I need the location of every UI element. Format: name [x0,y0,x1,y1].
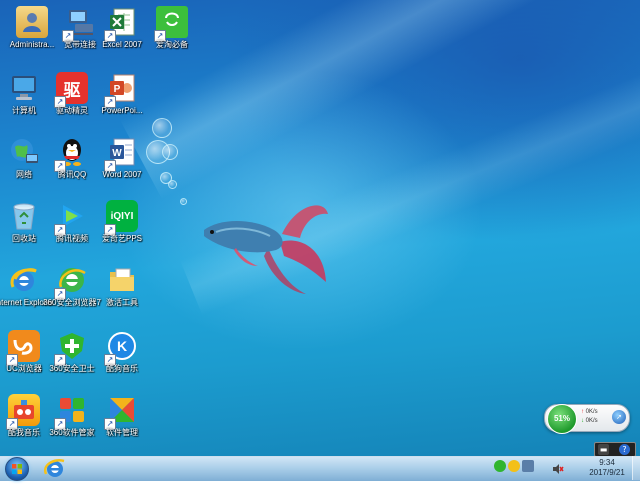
transfer-rates: ↑ 0K/s ↓ 0K/s [581,408,598,426]
windows-logo-icon [5,457,29,481]
help-icon[interactable]: ? [619,444,630,455]
language-bar[interactable]: ▬ ? [594,442,636,456]
bubble [162,144,178,160]
icon-label: PowerPoi... [101,106,143,115]
security-tray-icon[interactable] [494,460,506,472]
icon-label: 激活工具 [106,298,138,307]
desktop-icon-shopping[interactable]: ↗ 爱淘必备 [140,4,204,66]
memory-percent: 51% [547,404,577,434]
desktop: Administra... 计算机 网络 回收站 Internet Explor… [0,0,640,456]
internet-explorer-icon [8,264,40,296]
computer-icon [8,72,40,104]
download-rate: 0K/s [585,418,598,424]
clock-date: 2017/9/21 [589,468,625,477]
ime-tray-icon[interactable] [508,460,520,472]
desktop-icon-activation-tool[interactable]: 激活工具 [90,262,154,324]
network-globe-icon [8,136,40,168]
volume-muted-tray-icon[interactable] [552,460,564,474]
taskbar-clock[interactable]: 9:34 2017/9/21 [584,458,630,478]
bubble [168,180,177,189]
network-tray-icon[interactable] [522,460,534,472]
bubble [180,198,187,205]
show-desktop-button[interactable] [632,456,640,480]
network-speed-gadget[interactable]: 51% ↑ 0K/s ↓ 0K/s ➚ [544,404,630,434]
recycle-bin-icon [8,200,40,232]
icon-label: 爱淘必备 [156,40,188,49]
icon-label: 酷狗音乐 [106,364,138,373]
keyboard-icon[interactable]: ▬ [598,444,609,455]
taskbar [0,456,640,481]
upload-arrow-icon: ↑ [581,409,584,415]
svg-text:P: P [114,84,121,95]
desktop-icon-iqiyi[interactable]: iQIYI ↗ 爱奇艺PPS [90,198,154,260]
desktop-icon-word[interactable]: W ↗ Word 2007 [90,134,154,196]
icon-label: Word 2007 [102,170,142,179]
desktop-icon-software-manager[interactable]: ↗ 软件管理 [90,392,154,454]
internet-explorer-icon [43,459,65,477]
download-arrow-icon: ↓ [581,418,584,424]
accelerate-ball-icon[interactable]: ➚ [612,410,626,424]
betta-fish-wallpaper [204,205,328,294]
tool-folder-icon [106,264,138,296]
svg-text:K: K [117,338,127,354]
desktop-icon-kugou[interactable]: K ↗ 酷狗音乐 [90,328,154,390]
clock-time: 9:34 [599,458,615,467]
icon-label: 爱奇艺PPS [101,234,142,243]
svg-text:W: W [112,148,122,159]
start-button[interactable] [4,456,30,481]
upload-rate: 0K/s [585,409,598,415]
icon-label: 软件管理 [106,428,138,437]
bubble [152,118,172,138]
desktop-icon-powerpoint[interactable]: P ↗ PowerPoi... [90,70,154,132]
user-folder-icon [16,6,48,38]
taskbar-ie-button[interactable] [42,457,68,479]
